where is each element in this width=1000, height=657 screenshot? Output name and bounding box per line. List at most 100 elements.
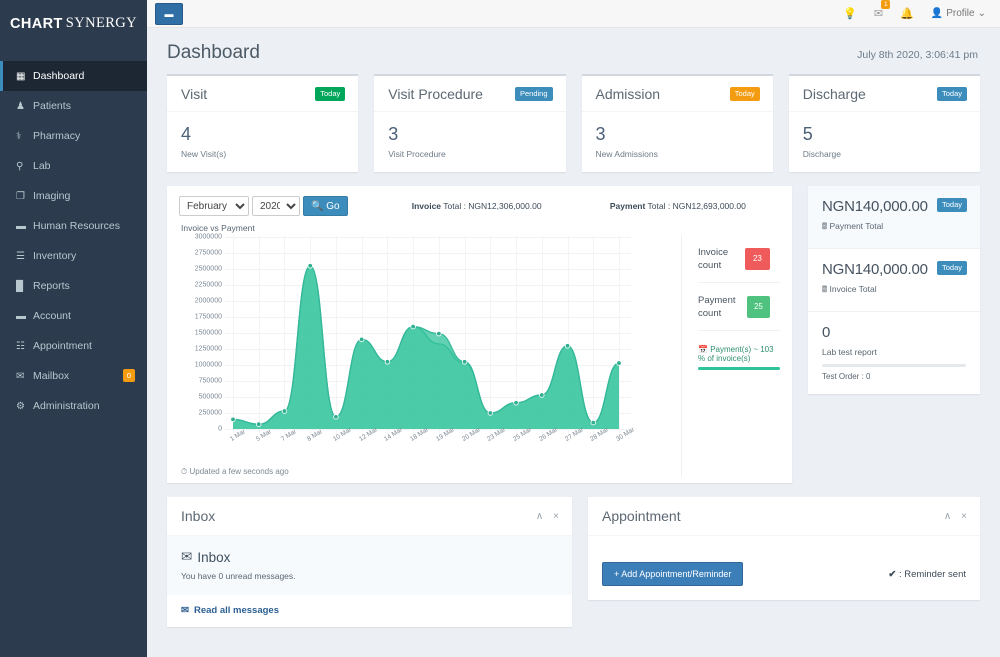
chart-data-point[interactable] [384,359,391,365]
chart-y-tick: 0 [218,425,222,433]
stat-card-title: Admission [595,86,661,102]
wallet-icon: ▬ [16,310,26,322]
chart-data-point[interactable] [333,414,339,420]
users-icon: ♟ [16,100,25,112]
inbox-panel-tools: ∧ × [536,511,559,522]
chart-y-tick: 250000 [198,409,222,417]
profile-menu[interactable]: 👤 Profile ⌄ [931,8,986,19]
sidebar-item-label: Mailbox [33,370,70,382]
chart-y-tick: 1000000 [194,361,222,369]
sidebar-item-appointment[interactable]: ☷ Appointment [0,331,147,361]
collapse-icon[interactable]: ∧ [536,511,543,522]
calendar-icon: 📅 [698,345,708,354]
chart-data-point[interactable] [436,330,442,337]
chart-data-point[interactable] [410,323,416,330]
flask-icon: ⚲ [16,160,24,172]
close-icon[interactable]: × [961,511,967,522]
read-all-messages-link[interactable]: ✉ Read all messages [181,605,558,616]
lab-test-order-note: Test Order : 0 [822,372,871,381]
notifications-bell-icon[interactable]: 🔔 [900,7,914,20]
chart-footer-label: Updated a few seconds ago [189,467,289,476]
sidebar-item-mailbox[interactable]: ✉ Mailbox 0 [0,361,147,391]
invoice-total-text: Invoice Total : NGN12,306,000.00 [411,201,542,211]
chart-data-point[interactable] [256,421,262,427]
month-select[interactable]: JanuaryFebruaryMarchAprilMayJuneJulyAugu… [179,196,249,216]
stat-card-subtitle: New Admissions [595,149,658,159]
collapse-icon[interactable]: ∧ [944,511,951,522]
payment-percent-block: 📅 Payment(s) ~ 103 % of invoice(s) [698,331,780,370]
messages-badge: 1 [881,0,891,9]
close-icon[interactable]: × [553,511,559,522]
payment-total-text: Payment Total : NGN12,693,000.00 [609,201,746,211]
grid-icon: ▦ [16,70,26,82]
stat-card-value: 3 [388,124,399,144]
invoice-count-badge: 23 [744,247,770,270]
sidebar-item-human-resources[interactable]: ▬ Human Resources [0,211,147,241]
chart-y-axis: 3000000 2750000 2500000 2250000 2000000 17500… [179,234,225,435]
topbar: ▬ 💡 ✉ 1 🔔 👤 Profile ⌄ [147,0,1000,28]
brand-logo[interactable]: CHART SYNERGY [0,0,147,47]
payment-count-badge: 25 [746,295,770,318]
stat-card-title: Visit Procedure [388,86,483,102]
appointment-panel: Appointment ∧ × + Add Appointment/Remind… [588,497,980,600]
chart-plot[interactable]: 3000000 2750000 2500000 2250000 2000000 17500… [179,234,631,435]
payment-total-prefix: Payment [609,201,646,211]
chart-data-point[interactable] [358,336,365,343]
sidebar-toggle-icon: ▬ [164,8,174,19]
sidebar-item-reports[interactable]: █ Reports [0,271,147,301]
sidebar-item-patients[interactable]: ♟ Patients [0,91,147,121]
chart-caption: Invoice vs Payment [181,223,255,233]
year-select[interactable]: 2018201920202021 [252,196,300,216]
chart-data-point[interactable] [307,263,313,269]
chart-data-point[interactable] [230,416,236,423]
sidebar-item-lab[interactable]: ⚲ Lab [0,151,147,181]
sidebar-item-label: Human Resources [33,220,120,232]
chart-plot-wrap: 3000000 2750000 2500000 2250000 2000000 17500… [179,234,677,435]
status-badge: Today [936,87,967,101]
list-icon: ☰ [16,250,25,262]
chart-y-tick: 750000 [198,377,222,385]
sidebar-toggle-button[interactable]: ▬ [155,2,183,25]
sidebar-item-account[interactable]: ▬ Account [0,301,147,331]
sidebar-item-administration[interactable]: ⚙ Administration [0,391,147,421]
middle-row: JanuaryFebruaryMarchAprilMayJuneJulyAugu… [167,186,980,483]
stat-card-header: Admission Today [581,76,773,112]
sidebar-item-inventory[interactable]: ☰ Inventory [0,241,147,271]
sidebar-item-label: Patients [33,100,71,112]
add-appointment-button[interactable]: + Add Appointment/Reminder [602,562,744,586]
stat-card-value: 5 [802,124,813,144]
messages-icon[interactable]: ✉ 1 [874,0,891,20]
read-all-messages-label: Read all messages [193,605,279,616]
stat-card-body: 5 Discharge [789,112,980,172]
chart-data-point[interactable] [513,400,519,406]
sidebar-item-pharmacy[interactable]: ⚕ Pharmacy [0,121,147,151]
chart-data-point[interactable] [539,392,545,398]
profile-label: Profile [946,8,975,19]
chart-data-point[interactable] [616,360,622,366]
status-badge: Pending [514,87,553,101]
chart-counts-column: Invoice count 23 Payment count 25 📅 Paym… [681,235,780,477]
chart-data-point[interactable] [487,410,494,416]
current-datetime: July 8th 2020, 3:06:41 pm [857,49,978,61]
sidebar-item-label: Lab [33,160,51,172]
stat-card-row: Visit Today 4 New Visit(s) Visit Procedure Pe… [167,74,980,172]
sidebar-item-label: Administration [33,400,100,412]
status-badge: Today [729,87,760,101]
suitcase-icon: ▬ [16,220,26,232]
chart-data-point[interactable] [564,343,571,349]
sidebar-item-dashboard[interactable]: ▦ Dashboard [0,61,147,91]
stat-card-header: Visit Today [167,76,359,112]
stat-card-subtitle: New Visit(s) [181,149,227,159]
summary-label: 🖩 Invoice Total [822,284,877,294]
chart-data-point[interactable] [590,419,596,426]
main-area: ▬ 💡 ✉ 1 🔔 👤 Profile ⌄ Dashboard July 8th… [147,0,1000,657]
go-button[interactable]: 🔍 Go [303,196,348,216]
chart-data-point[interactable] [281,408,288,414]
envelope-icon: ✉ [181,549,193,564]
lightbulb-icon[interactable]: 💡 [843,7,857,20]
stat-card-body: 3 Visit Procedure [374,112,565,172]
chart-data-point[interactable] [461,359,468,365]
stat-card-title: Visit [181,86,208,102]
chart-updated-text: ⏱ Updated a few seconds ago [179,467,677,477]
sidebar-item-imaging[interactable]: ❐ Imaging [0,181,147,211]
